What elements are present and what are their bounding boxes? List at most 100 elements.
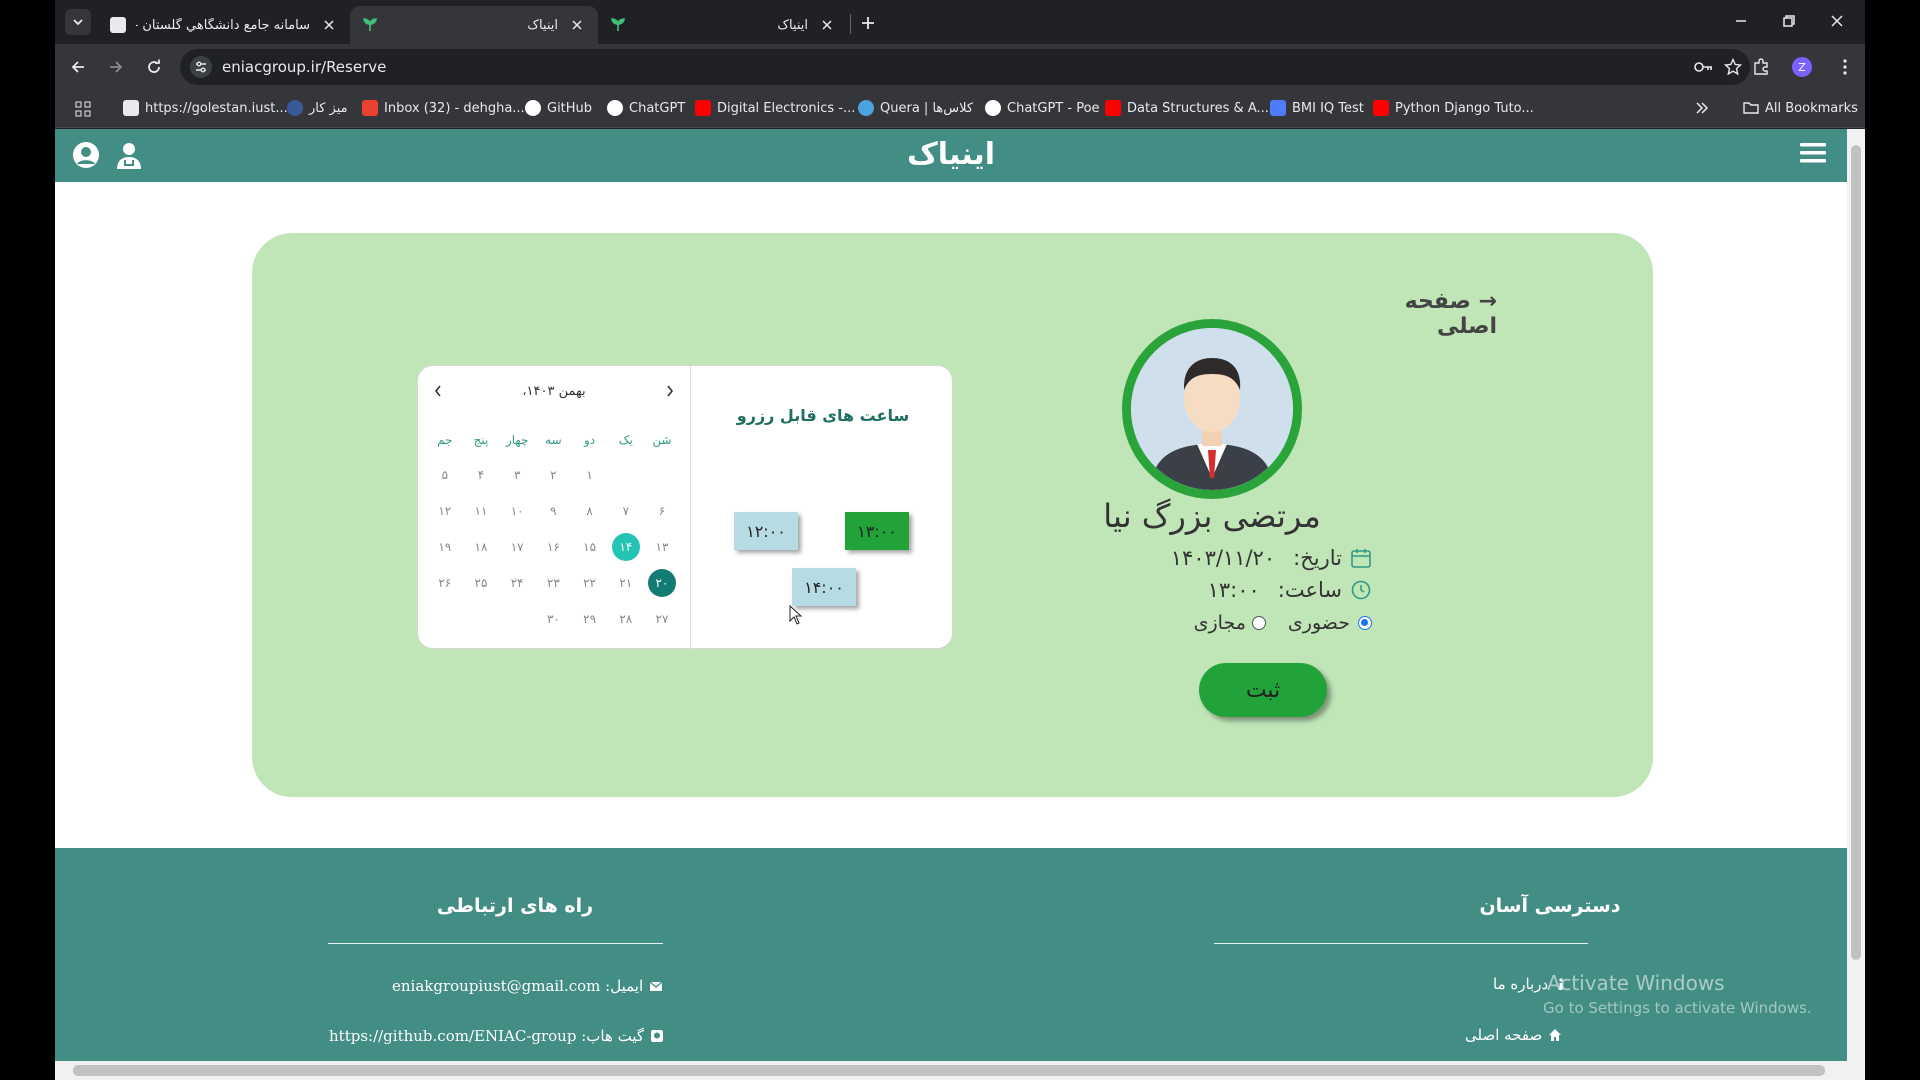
bookmark-item[interactable]: میز کار bbox=[287, 100, 348, 116]
close-tab-icon[interactable] bbox=[320, 16, 338, 34]
bookmark-item[interactable]: ChatGPT bbox=[607, 100, 685, 116]
all-bookmarks[interactable]: All Bookmarks bbox=[1743, 100, 1858, 116]
calendar-day[interactable]: ۴ bbox=[467, 461, 495, 489]
close-tab-icon[interactable] bbox=[568, 16, 586, 34]
bookmark-item[interactable]: GitHub bbox=[525, 100, 592, 116]
tab-eniac-active[interactable]: اینیاک bbox=[350, 6, 598, 44]
tab-search-icon[interactable] bbox=[65, 9, 91, 35]
apps-grid-icon[interactable] bbox=[75, 101, 91, 117]
site-settings-icon[interactable] bbox=[190, 56, 212, 78]
calendar-day[interactable]: ۱ bbox=[576, 461, 604, 489]
calendar-day[interactable]: ۱۵ bbox=[576, 533, 604, 561]
virtual-radio[interactable] bbox=[1251, 616, 1266, 630]
bookmark-label: Quera | کلاس‌ها bbox=[880, 100, 974, 116]
close-window-icon[interactable] bbox=[1813, 0, 1861, 42]
bookmark-star-icon[interactable] bbox=[1723, 57, 1743, 77]
hamburger-menu-icon[interactable] bbox=[1800, 142, 1826, 164]
calendar-day[interactable]: ۲۷ bbox=[648, 605, 676, 633]
profile-avatar[interactable]: Z bbox=[1792, 57, 1812, 77]
back-arrow-icon[interactable] bbox=[64, 53, 92, 81]
minimize-icon[interactable] bbox=[1717, 0, 1765, 42]
restore-icon[interactable] bbox=[1765, 0, 1813, 42]
calendar-day[interactable]: ۲۸ bbox=[612, 605, 640, 633]
bookmark-item[interactable]: BMI IQ Test bbox=[1270, 100, 1364, 116]
site-brand[interactable]: اینیاک bbox=[55, 137, 1847, 172]
date-row: تاریخ: ۱۴۰۳/۱۱/۲۰ bbox=[1082, 543, 1372, 573]
contact-title: راه های ارتباطی bbox=[436, 895, 594, 917]
github-text: گیت هاب: https://github.com/ENIAC-group bbox=[329, 1027, 645, 1045]
calendar-day[interactable]: ۳ bbox=[503, 461, 531, 489]
bookmark-item[interactable]: Inbox (32) - dehgha... bbox=[362, 100, 525, 116]
horizontal-scroll-thumb[interactable] bbox=[73, 1065, 1825, 1076]
doctor-name: مرتضی بزرگ نیا bbox=[1103, 497, 1321, 535]
calendar-day[interactable]: ۲۳ bbox=[539, 569, 567, 597]
password-key-icon[interactable] bbox=[1693, 57, 1713, 77]
in-person-radio[interactable] bbox=[1358, 616, 1372, 630]
vertical-scroll-thumb[interactable] bbox=[1851, 145, 1861, 960]
windows-watermark-subtitle: Go to Settings to activate Windows. bbox=[1543, 999, 1812, 1017]
new-tab-icon[interactable] bbox=[855, 10, 881, 36]
time-slot[interactable]: ۱۲:۰۰ bbox=[734, 512, 798, 550]
calendar-day[interactable]: ۲۴ bbox=[503, 569, 531, 597]
weekday-header: دو bbox=[584, 433, 596, 447]
reload-icon[interactable] bbox=[140, 53, 168, 81]
chatgpt-icon bbox=[607, 100, 623, 116]
calendar-day[interactable]: ۷ bbox=[612, 497, 640, 525]
bookmark-item[interactable]: Python Django Tuto... bbox=[1373, 100, 1534, 116]
calendar-icon bbox=[1350, 547, 1372, 569]
slots-panel: ساعت های قابل رزرو ۱۳:۰۰ ۱۲:۰۰ ۱۴:۰۰ bbox=[690, 366, 954, 650]
close-tab-icon[interactable] bbox=[818, 16, 836, 34]
bookmark-label: Inbox (32) - dehgha... bbox=[384, 100, 525, 116]
doctor-portrait-icon bbox=[1131, 328, 1293, 490]
calendar-day[interactable]: ۲۱ bbox=[612, 569, 640, 597]
weekday-header: جم bbox=[437, 433, 453, 447]
footer-home-link[interactable]: صفحه اصلی bbox=[1465, 1026, 1562, 1044]
weekday-header: سه bbox=[545, 433, 562, 447]
calendar-day[interactable]: ۱۳ bbox=[648, 533, 676, 561]
calendar-day[interactable]: ۱۱ bbox=[467, 497, 495, 525]
calendar-day[interactable]: ۲ bbox=[539, 461, 567, 489]
calendar-day[interactable]: ۱۰ bbox=[503, 497, 531, 525]
more-bookmarks-icon[interactable] bbox=[1695, 102, 1709, 114]
calendar-day[interactable]: ۵ bbox=[431, 461, 459, 489]
calendar-day[interactable]: ۲۵ bbox=[467, 569, 495, 597]
calendar-day[interactable]: ۸ bbox=[576, 497, 604, 525]
calendar-day[interactable]: ۲۹ bbox=[576, 605, 604, 633]
youtube-icon bbox=[695, 100, 711, 116]
tab-eniac[interactable]: اینیاک bbox=[598, 6, 848, 44]
youtube-icon bbox=[1105, 100, 1121, 116]
forward-arrow-icon[interactable] bbox=[102, 53, 130, 81]
calendar-day[interactable]: ۲۰ bbox=[648, 569, 676, 597]
horizontal-scrollbar[interactable] bbox=[55, 1061, 1865, 1080]
tab-golestan[interactable]: سامانه جامع دانشگاهي گلستان - bbox=[98, 6, 350, 44]
calendar-day[interactable]: ۲۲ bbox=[576, 569, 604, 597]
footer-email[interactable]: ایمیل: eniakgroupiust@gmail.com bbox=[392, 977, 663, 995]
calendar-day[interactable]: ۶ bbox=[648, 497, 676, 525]
back-to-home-link[interactable]: → صفحه اصلی bbox=[1347, 289, 1497, 339]
time-slot[interactable]: ۱۳:۰۰ bbox=[845, 512, 909, 550]
vertical-scrollbar[interactable] bbox=[1847, 129, 1865, 1061]
footer-github[interactable]: گیت هاب: https://github.com/ENIAC-group bbox=[329, 1027, 664, 1045]
calendar-day[interactable]: ۱۶ bbox=[539, 533, 567, 561]
calendar-day[interactable]: ۱۹ bbox=[431, 533, 459, 561]
calendar-day[interactable]: ۱۴ bbox=[611, 533, 640, 561]
bookmark-item[interactable]: ChatGPT - Poe bbox=[985, 100, 1100, 116]
bookmark-item[interactable]: Data Structures & A... bbox=[1105, 100, 1269, 116]
time-slot[interactable]: ۱۴:۰۰ bbox=[792, 568, 856, 606]
calendar-day[interactable]: ۳۰ bbox=[539, 605, 567, 633]
browser-menu-icon[interactable] bbox=[1831, 53, 1859, 81]
url-text[interactable]: eniacgroup.ir/Reserve bbox=[222, 58, 386, 76]
bookmark-item[interactable]: https://golestan.iust... bbox=[123, 100, 288, 116]
calendar-day[interactable]: ۲۶ bbox=[431, 569, 459, 597]
address-bar[interactable]: eniacgroup.ir/Reserve bbox=[180, 49, 1750, 85]
bookmark-item[interactable]: Digital Electronics -... bbox=[695, 100, 855, 116]
submit-button[interactable]: ثبت bbox=[1199, 663, 1327, 717]
calendar-day[interactable]: ۱۲ bbox=[431, 497, 459, 525]
extensions-puzzle-icon[interactable] bbox=[1747, 53, 1775, 81]
calendar-day[interactable]: ۹ bbox=[539, 497, 567, 525]
calendar-day[interactable]: ۱۷ bbox=[503, 533, 531, 561]
calendar-day[interactable]: ۱۸ bbox=[467, 533, 495, 561]
bookmark-label: BMI IQ Test bbox=[1292, 100, 1364, 116]
calendar-prev-month-icon[interactable] bbox=[662, 383, 678, 399]
bookmark-item[interactable]: Quera | کلاس‌ها bbox=[858, 100, 973, 116]
